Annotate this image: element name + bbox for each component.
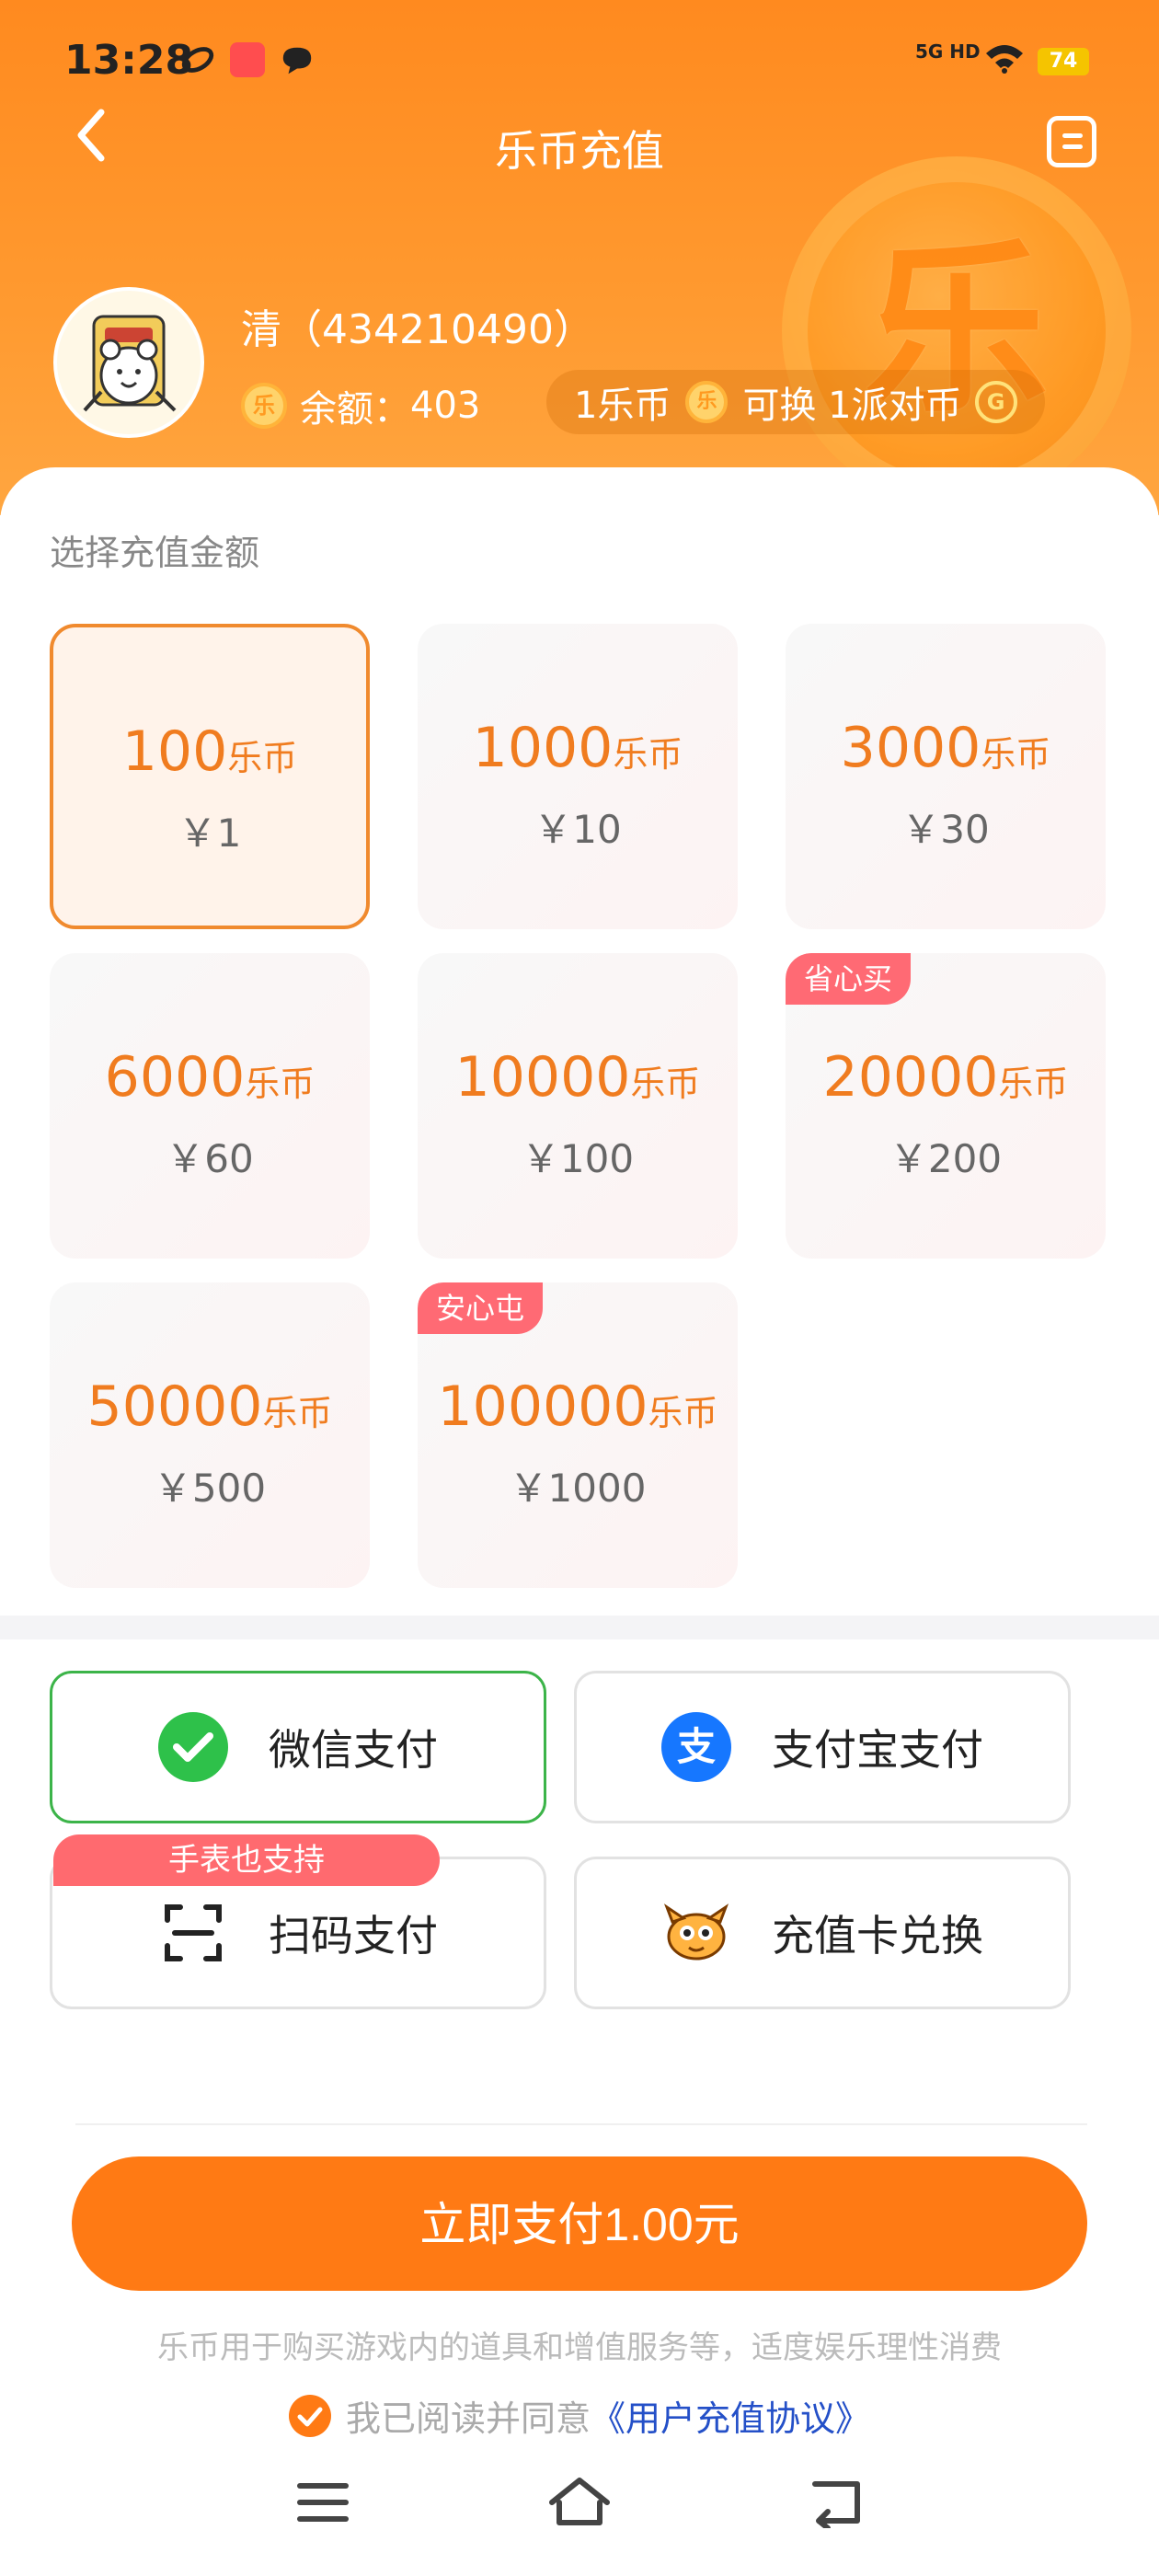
header-banner: 乐 13:28 5G HD 74 乐币充值 清（434210490） 乐 余额：… (0, 0, 1159, 515)
balance-row: 乐 余额： 403 (241, 379, 480, 432)
records-icon[interactable] (1047, 116, 1096, 167)
package-price: ￥500 (153, 1466, 267, 1511)
agreement-link[interactable]: 《用户充值协议》 (591, 2390, 870, 2441)
app-notification-icon (181, 47, 214, 73)
le-coin-icon: 乐 (241, 383, 287, 429)
le-coin-icon: 乐 (685, 381, 729, 423)
party-coin-icon: G (974, 381, 1017, 423)
package-amount: 1000乐币 (472, 716, 683, 780)
package-tag: 安心屯 (418, 1282, 544, 1334)
alipay-label: 支付宝支付 (772, 1725, 983, 1775)
recharge-card-label: 充值卡兑换 (772, 1911, 983, 1961)
package-amount: 10000乐币 (454, 1045, 701, 1110)
package-100[interactable]: 100乐币 ￥1 (50, 624, 370, 929)
exchange-right: 可换 1派对币 (742, 385, 962, 427)
agreement-prefix: 我已阅读并同意 (345, 2398, 591, 2439)
avatar[interactable] (53, 287, 204, 438)
exchange-left: 1乐币 (574, 385, 671, 427)
app-notification-icon-2 (230, 42, 265, 77)
package-10000[interactable]: 10000乐币 ￥100 (418, 953, 738, 1259)
balance-label: 余额： (300, 388, 410, 431)
package-amount: 6000乐币 (104, 1045, 316, 1110)
page-title: 乐币充值 (495, 126, 664, 176)
package-20000[interactable]: 省心买 20000乐币 ￥200 (786, 953, 1106, 1259)
wechat-pay-button[interactable]: 微信支付 (50, 1671, 546, 1823)
coin-background-decoration: 乐 (782, 156, 1131, 506)
section-label: 选择充值金额 (50, 533, 260, 573)
package-amount: 100乐币 (121, 719, 298, 784)
username: 清（434210490） (241, 306, 594, 353)
package-price: ￥60 (166, 1136, 254, 1181)
wifi-icon (984, 42, 1025, 82)
package-50000[interactable]: 50000乐币 ￥500 (50, 1282, 370, 1588)
package-price: ￥10 (534, 807, 622, 852)
package-1000[interactable]: 1000乐币 ￥10 (418, 624, 738, 929)
package-price: ￥200 (889, 1136, 1003, 1181)
mascot-icon (663, 1903, 729, 1961)
package-amount: 20000乐币 (822, 1045, 1069, 1110)
scan-pay-label: 扫码支付 (269, 1911, 438, 1961)
package-price: ￥30 (901, 807, 990, 852)
alipay-button[interactable]: 支 支付宝支付 (574, 1671, 1071, 1823)
recharge-card-button[interactable]: 充值卡兑换 (574, 1857, 1071, 2009)
battery-indicator: 74 (1038, 48, 1089, 75)
section-divider (0, 1616, 1159, 1639)
package-100000[interactable]: 安心屯 100000乐币 ￥1000 (418, 1282, 738, 1588)
status-bar: 13:28 5G HD 74 (0, 0, 1159, 129)
package-amount: 100000乐币 (437, 1374, 718, 1439)
package-amount: 50000乐币 (86, 1374, 333, 1439)
status-time: 13:28 (64, 37, 194, 84)
agreement-row: 我已阅读并同意 《用户充值协议》 (0, 2390, 1159, 2441)
consumption-notice: 乐币用于购买游戏内的道具和增值服务等，适度娱乐理性消费 (157, 2329, 1002, 2366)
package-price: ￥1 (178, 811, 242, 856)
package-3000[interactable]: 3000乐币 ￥30 (786, 624, 1106, 929)
system-navigation-bar (0, 2466, 1159, 2548)
divider (75, 2123, 1087, 2125)
exchange-rate-badge: 1乐币 乐 可换 1派对币 G (546, 370, 1045, 434)
wechat-pay-label: 微信支付 (269, 1725, 438, 1775)
package-tag: 省心买 (786, 953, 912, 1005)
package-price: ￥100 (521, 1136, 635, 1181)
message-notification-icon (282, 47, 312, 75)
home-icon[interactable] (546, 2475, 613, 2530)
menu-icon[interactable] (296, 2478, 350, 2526)
package-amount: 3000乐币 (840, 716, 1051, 780)
agree-checkbox[interactable] (288, 2394, 331, 2437)
package-price: ￥1000 (509, 1466, 647, 1511)
balance-value: 403 (410, 385, 481, 427)
wechat-pay-icon (158, 1712, 228, 1782)
network-indicator: 5G HD (915, 40, 981, 63)
alipay-icon: 支 (661, 1712, 731, 1782)
watch-support-tag: 手表也支持 (53, 1834, 440, 1886)
package-6000[interactable]: 6000乐币 ￥60 (50, 953, 370, 1259)
back-nav-icon[interactable] (808, 2477, 865, 2528)
scan-icon (165, 1904, 222, 1961)
coin-glyph: 乐 (864, 224, 1049, 438)
pay-now-button[interactable]: 立即支付1.00元 (72, 2156, 1087, 2291)
